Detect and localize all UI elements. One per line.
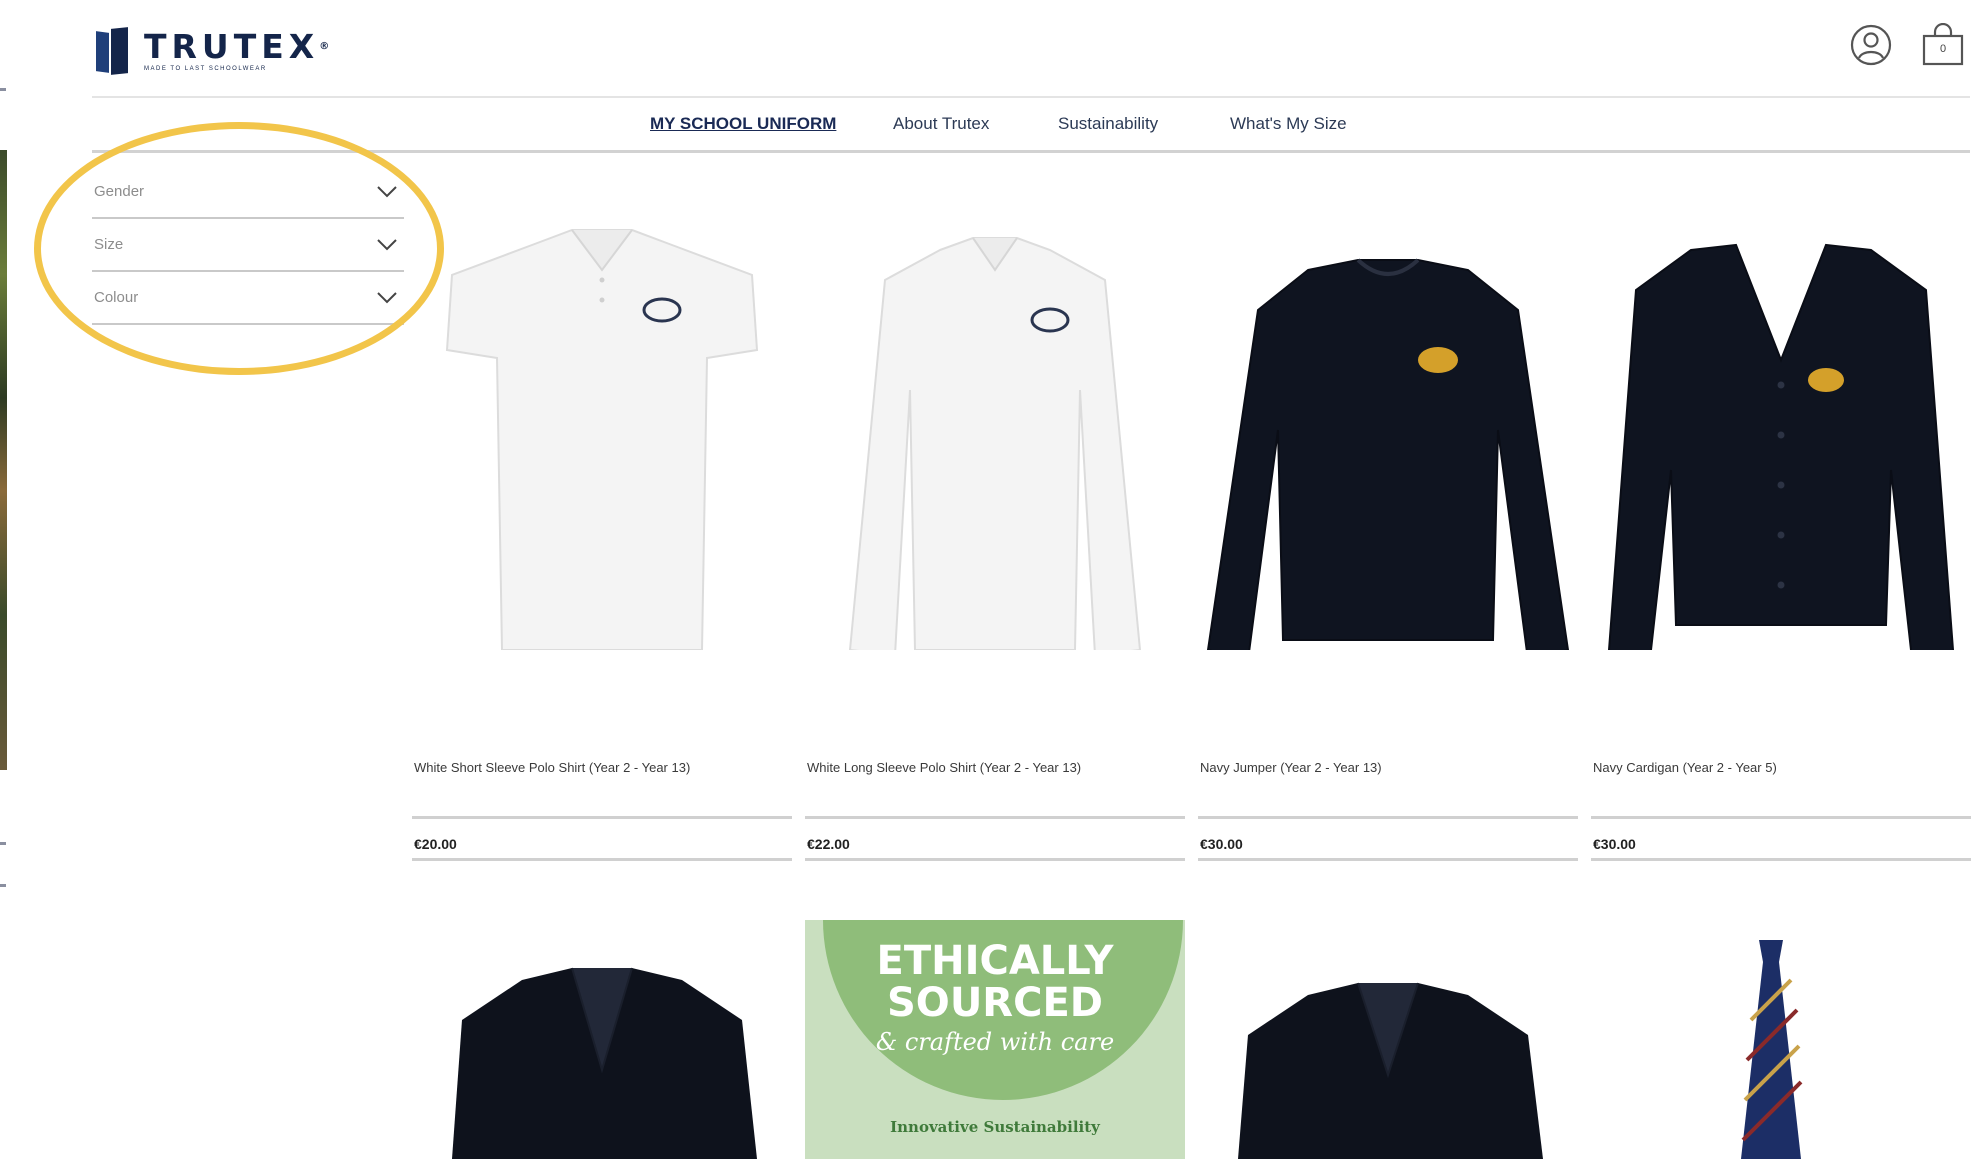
navy-cardigan-image xyxy=(1607,243,1955,650)
edge-mark xyxy=(0,884,6,887)
logo-mark-icon xyxy=(96,27,130,75)
chevron-down-icon xyxy=(377,185,397,197)
nav-my-school-uniform[interactable]: MY SCHOOL UNIFORM xyxy=(650,114,836,134)
divider xyxy=(412,816,792,819)
product-price: €30.00 xyxy=(1593,836,1636,852)
nav-sustainability[interactable]: Sustainability xyxy=(1058,114,1158,134)
striped-tie-image[interactable] xyxy=(1591,940,1971,1159)
account-icon xyxy=(1850,24,1892,66)
product-name[interactable]: White Short Sleeve Polo Shirt (Year 2 - … xyxy=(414,760,690,775)
divider xyxy=(412,858,792,861)
chevron-down-icon xyxy=(377,291,397,303)
filter-label: Colour xyxy=(94,289,139,306)
product-price: €20.00 xyxy=(414,836,457,852)
product-name[interactable]: White Long Sleeve Polo Shirt (Year 2 - Y… xyxy=(807,760,1081,775)
trutex-logo[interactable]: TRUTEX® MADE TO LAST SCHOOLWEAR xyxy=(96,27,330,75)
divider xyxy=(805,816,1185,819)
navy-blazer-image[interactable] xyxy=(412,960,792,1159)
divider xyxy=(1198,816,1578,819)
filter-gender[interactable]: Gender xyxy=(92,166,404,219)
nav-about-trutex[interactable]: About Trutex xyxy=(893,114,989,134)
product-price: €22.00 xyxy=(807,836,850,852)
filter-label: Size xyxy=(94,236,124,253)
promo-title: ETHICALLY SOURCED xyxy=(876,938,1114,1026)
filter-size[interactable]: Size xyxy=(92,219,404,272)
white-long-sleeve-polo-image xyxy=(848,237,1142,650)
background-image-edge xyxy=(0,150,7,770)
header-divider xyxy=(92,96,1970,98)
edge-mark xyxy=(0,88,6,91)
chevron-down-icon xyxy=(377,238,397,250)
navy-blazer-image[interactable] xyxy=(1198,975,1578,1159)
ethically-sourced-promo[interactable]: ETHICALLY SOURCED & crafted with care In… xyxy=(805,920,1185,1159)
promo-subtitle: & crafted with care xyxy=(875,1028,1115,1056)
navy-jumper-image xyxy=(1206,258,1570,650)
brand-name: TRUTEX® xyxy=(144,27,330,66)
divider xyxy=(1591,858,1971,861)
nav-whats-my-size[interactable]: What's My Size xyxy=(1230,114,1347,134)
brand-tagline: MADE TO LAST SCHOOLWEAR xyxy=(144,66,267,72)
account-button[interactable] xyxy=(1848,22,1894,68)
nav-divider xyxy=(92,150,1970,153)
edge-mark xyxy=(0,842,6,845)
filter-panel: Gender Size Colour xyxy=(92,166,404,325)
basket-button[interactable]: 0 xyxy=(1920,22,1966,68)
filter-label: Gender xyxy=(94,183,145,200)
product-name[interactable]: Navy Cardigan (Year 2 - Year 5) xyxy=(1593,760,1777,775)
white-short-sleeve-polo-image xyxy=(445,229,759,650)
main-nav: MY SCHOOL UNIFORM About Trutex Sustainab… xyxy=(0,114,1978,142)
product-price: €30.00 xyxy=(1200,836,1243,852)
basket-count: 0 xyxy=(1939,43,1947,55)
promo-footer: Innovative Sustainability xyxy=(890,1118,1100,1136)
filter-colour[interactable]: Colour xyxy=(92,272,404,325)
product-name[interactable]: Navy Jumper (Year 2 - Year 13) xyxy=(1200,760,1382,775)
divider xyxy=(1591,816,1971,819)
divider xyxy=(805,858,1185,861)
divider xyxy=(1198,858,1578,861)
